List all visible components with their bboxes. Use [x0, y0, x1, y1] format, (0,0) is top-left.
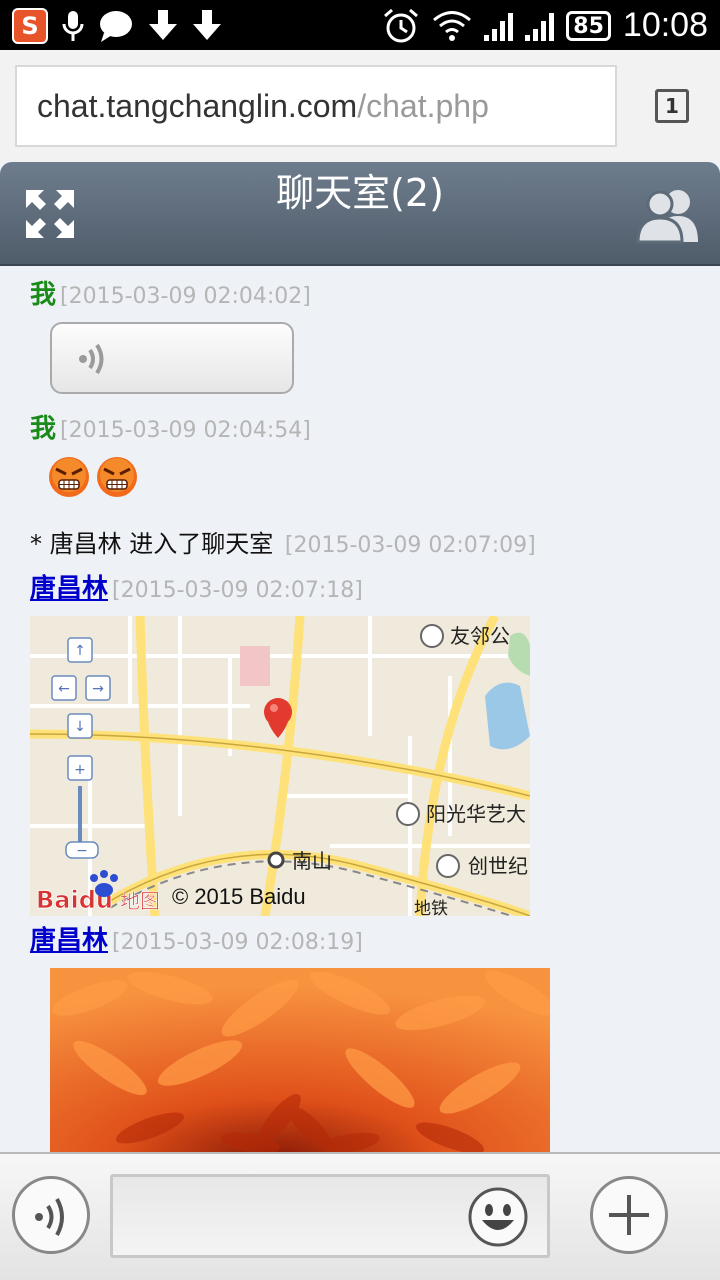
- message-timestamp: [2015-03-09 02:07:18]: [112, 578, 363, 603]
- voice-message-button[interactable]: [50, 322, 294, 394]
- message-input[interactable]: [110, 1174, 550, 1258]
- system-message-text: * 唐昌林 进入了聊天室: [30, 530, 274, 558]
- signal-icon: [525, 11, 555, 41]
- voice-icon: [79, 343, 104, 375]
- angry-face-icon: [49, 457, 89, 497]
- voice-icon: [35, 1198, 64, 1236]
- browser-address-bar: chat.tangchanglin.com/chat.php 1: [0, 50, 720, 162]
- voice-input-button[interactable]: [12, 1176, 90, 1254]
- alarm-icon: [384, 8, 419, 42]
- sender-name: 我: [30, 414, 57, 444]
- message-timestamp: [2015-03-09 02:08:19]: [112, 930, 363, 955]
- message-item: 唐昌林 [2015-03-09 02:07:18] ↑ ← → ↓ + − 友邻…: [30, 574, 530, 916]
- svg-text:↑: ↑: [74, 643, 86, 659]
- sender-link[interactable]: 唐昌林: [30, 926, 108, 956]
- sender-name: 我: [30, 280, 57, 310]
- add-attachment-button[interactable]: [590, 1176, 668, 1254]
- chat-input-toolbar: [0, 1152, 720, 1280]
- svg-text:→: →: [92, 681, 104, 697]
- svg-text:地图: 地图: [120, 889, 160, 913]
- map-label: 阳光华艺大: [426, 802, 526, 826]
- signal-icon: [484, 11, 514, 41]
- chat-room-title: 聊天室(2): [276, 171, 444, 215]
- url-field[interactable]: chat.tangchanglin.com/chat.php: [15, 65, 617, 147]
- svg-text:↓: ↓: [74, 719, 86, 735]
- clock: 10:08: [622, 6, 708, 44]
- plus-icon: [609, 1195, 649, 1235]
- svg-text:←: ←: [58, 681, 70, 697]
- download-icon: [193, 10, 221, 40]
- users-icon[interactable]: [636, 184, 702, 244]
- map-copyright: © 2015 Baidu: [172, 884, 306, 909]
- sender-link[interactable]: 唐昌林: [30, 574, 108, 604]
- location-map[interactable]: ↑ ← → ↓ + − 友邻公 阳光华艺大 南山 创世纪 地铁 Baidu 地图 © 20…: [30, 616, 530, 916]
- angry-face-icon: [97, 457, 137, 497]
- sohu-app-icon: S: [12, 8, 48, 44]
- shared-photo[interactable]: [50, 968, 550, 1152]
- tab-switcher-button[interactable]: 1: [655, 89, 689, 123]
- message-item: 我 [2015-03-09 02:04:54]: [30, 414, 311, 497]
- message-item: 我 [2015-03-09 02:04:02]: [30, 280, 311, 394]
- map-label: 南山: [292, 849, 332, 873]
- battery-icon: 85: [566, 10, 611, 41]
- chat-bubble-icon: [100, 11, 132, 42]
- system-message: * 唐昌林 进入了聊天室 [2015-03-09 02:07:09]: [30, 524, 536, 559]
- status-bar: S 85 10:08: [0, 0, 720, 50]
- message-timestamp: [2015-03-09 02:04:54]: [60, 418, 311, 443]
- map-label: 创世纪: [468, 854, 528, 878]
- mic-icon: [62, 11, 84, 41]
- message-timestamp: [2015-03-09 02:07:09]: [284, 533, 536, 558]
- url-host: chat.tangchanglin.com: [37, 87, 358, 124]
- chat-header: 聊天室(2): [0, 162, 720, 266]
- map-label: 友邻公: [450, 624, 510, 648]
- message-timestamp: [2015-03-09 02:04:02]: [60, 284, 311, 309]
- svg-text:−: −: [76, 843, 88, 859]
- svg-text:+: +: [74, 762, 86, 778]
- message-list[interactable]: 我 [2015-03-09 02:04:02] 我 [2015-03-09 02:0…: [0, 266, 720, 1152]
- emoji-icon[interactable]: [467, 1186, 529, 1248]
- download-icon: [149, 10, 177, 40]
- map-label: 地铁: [414, 899, 448, 916]
- wifi-icon: [433, 10, 472, 41]
- message-item: 唐昌林 [2015-03-09 02:08:19]: [30, 926, 550, 1152]
- url-path: /chat.php: [357, 87, 489, 124]
